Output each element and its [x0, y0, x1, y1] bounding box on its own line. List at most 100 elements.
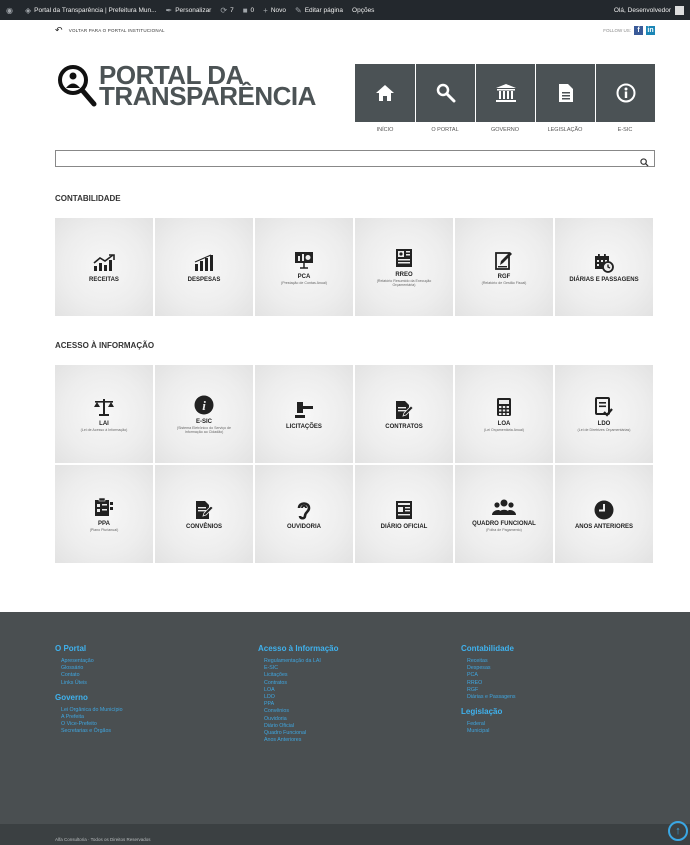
tile-despesas[interactable]: DESPESAS — [155, 218, 253, 316]
footer-link[interactable]: Links Úteis — [61, 680, 123, 687]
tile-anos-anteriores[interactable]: ANOS ANTERIORES — [555, 465, 653, 563]
footer-link[interactable]: Contratos — [264, 680, 338, 687]
site-logo[interactable]: PORTAL DA TRANSPARÊNCIA — [57, 62, 316, 110]
comment-icon: ■ — [242, 5, 248, 15]
calculator-icon — [496, 396, 512, 418]
acesso-grid-row2: PPA (Plano Plurianual) CONVÊNIOS OUVIDOR… — [55, 465, 653, 563]
calendar-clock-icon — [594, 252, 614, 274]
facebook-icon[interactable]: f — [634, 25, 643, 35]
tile-receitas[interactable]: RECEITAS — [55, 218, 153, 316]
footer-link[interactable]: Diárias e Passagens — [467, 694, 516, 701]
footer-link[interactable]: A Prefeita — [61, 714, 123, 721]
brush-icon: ✒ — [165, 5, 173, 15]
footer-link[interactable]: RGF — [467, 687, 516, 694]
footer-col-portal: O Portal Apresentação Glossário Contato … — [55, 644, 123, 736]
search-icon[interactable] — [640, 154, 649, 172]
footer-link[interactable]: Despesas — [467, 665, 516, 672]
footer-link[interactable]: Licitações — [264, 672, 338, 679]
footer-link[interactable]: Glossário — [61, 665, 123, 672]
nav-label-o-portal[interactable]: O PORTAL — [415, 127, 475, 133]
rising-chart-icon — [93, 252, 115, 274]
bar-chart-icon — [194, 252, 214, 274]
back-to-portal-link[interactable]: ↶ VOLTAR PARA O PORTAL INSTITUCIONAL — [55, 25, 165, 36]
section-title-acesso: ACESSO À INFORMAÇÃO — [55, 341, 155, 350]
admin-new-link[interactable]: + Novo — [263, 6, 286, 15]
tile-licitacoes[interactable]: LICITAÇÕES — [255, 365, 353, 463]
tile-esic[interactable]: i E-SIC (Sistema Eletrônico do Serviço d… — [155, 365, 253, 463]
info-icon — [616, 83, 635, 103]
nav-label-inicio[interactable]: INÍCIO — [355, 127, 415, 133]
nav-governo[interactable] — [475, 64, 535, 122]
admin-site-link[interactable]: ◈ Portal da Transparência | Prefeitura Mu… — [25, 6, 157, 15]
people-icon — [492, 496, 516, 518]
copyright: Alfa Consultoria · Todos os Direitos Res… — [0, 824, 690, 845]
ear-icon — [296, 499, 312, 521]
home-icon — [376, 85, 394, 101]
footer-link[interactable]: Municipal — [467, 728, 516, 735]
footer-link[interactable]: Anos Anteriores — [264, 737, 338, 744]
tile-loa[interactable]: LOA (Lei Orçamentária Anual) — [455, 365, 553, 463]
wordpress-logo-icon[interactable]: ◉ — [6, 6, 16, 15]
scales-icon — [93, 396, 115, 418]
follow-us: FOLLOW US: f in — [603, 25, 655, 35]
footer-link[interactable]: Secretarias e Órgãos — [61, 728, 123, 735]
refresh-icon: ⟳ — [220, 5, 228, 15]
footer-heading-legislacao: Legislação — [461, 707, 503, 717]
tile-ldo[interactable]: LDO (Lei de Diretrizes Orçamentárias) — [555, 365, 653, 463]
nav-legislacao[interactable] — [535, 64, 595, 122]
tile-rgf[interactable]: RGF (Relatório de Gestão Fiscal) — [455, 218, 553, 316]
clock-icon — [594, 499, 614, 521]
nav-label-governo[interactable]: GOVERNO — [475, 127, 535, 133]
tile-diario-oficial[interactable]: DIÁRIO OFICIAL — [355, 465, 453, 563]
footer-link[interactable]: Federal — [467, 721, 516, 728]
footer-link[interactable]: PCA — [467, 672, 516, 679]
admin-updates-link[interactable]: ⟳ 7 — [220, 6, 233, 15]
tile-contratos[interactable]: CONTRATOS — [355, 365, 453, 463]
tile-quadro-funcional[interactable]: QUADRO FUNCIONAL (Folha de Pagamento) — [455, 465, 553, 563]
logo-text: PORTAL DA TRANSPARÊNCIA — [99, 60, 316, 111]
pencil-icon: ✎ — [295, 5, 302, 15]
footer-link[interactable]: Convênios — [264, 708, 338, 715]
admin-customize-link[interactable]: ✒ Personalizar — [166, 6, 212, 15]
footer-link[interactable]: LDO — [264, 694, 338, 701]
main-nav — [355, 64, 655, 122]
nav-o-portal[interactable] — [415, 64, 475, 122]
footer-link[interactable]: LOA — [264, 687, 338, 694]
footer-link[interactable]: Ouvidoria — [264, 716, 338, 723]
search-input[interactable] — [55, 150, 655, 167]
document-icon — [558, 84, 573, 102]
footer-link[interactable]: Apresentação — [61, 658, 123, 665]
footer-link[interactable]: PPA — [264, 701, 338, 708]
wp-admin-bar: ◉ ◈ Portal da Transparência | Prefeitura … — [0, 0, 690, 20]
nav-esic[interactable] — [595, 64, 655, 122]
footer-col-contabilidade: Contabilidade Receitas Despesas PCA RREO… — [461, 644, 516, 736]
tile-pca[interactable]: PCA (Prestação de Contas Anual) — [255, 218, 353, 316]
tile-rreo[interactable]: RREO (Relatório Resumido da Execução Orç… — [355, 218, 453, 316]
footer-link[interactable]: Lei Orgânica do Município — [61, 707, 123, 714]
footer-link[interactable]: Diário Oficial — [264, 723, 338, 730]
admin-account-menu[interactable]: Olá, Desenvolvedor — [614, 5, 684, 15]
footer-link[interactable]: Quadro Funcional — [264, 730, 338, 737]
nav-inicio[interactable] — [355, 64, 415, 122]
admin-comments-link[interactable]: ■ 0 — [243, 6, 254, 15]
admin-options-link[interactable]: Opções — [352, 7, 374, 14]
nav-label-legislacao[interactable]: LEGISLAÇÃO — [535, 127, 595, 133]
section-title-contabilidade: CONTABILIDADE — [55, 194, 121, 203]
tile-ppa[interactable]: PPA (Plano Plurianual) — [55, 465, 153, 563]
plus-icon: + — [263, 5, 268, 15]
newspaper-icon — [395, 499, 413, 521]
admin-edit-link[interactable]: ✎ Editar página — [295, 6, 343, 15]
nav-label-esic[interactable]: E-SIC — [595, 127, 655, 133]
footer-link[interactable]: Contato — [61, 672, 123, 679]
tile-ouvidoria[interactable]: OUVIDORIA — [255, 465, 353, 563]
footer-link[interactable]: Regulamentação da LAI — [264, 658, 338, 665]
tile-convenios[interactable]: CONVÊNIOS — [155, 465, 253, 563]
scroll-to-top-button[interactable]: ↑ — [668, 821, 688, 841]
footer-link[interactable]: Receitas — [467, 658, 516, 665]
tile-lai[interactable]: LAI (Lei de Acesso à Informação) — [55, 365, 153, 463]
arrow-up-icon: ↑ — [675, 825, 681, 837]
footer-link[interactable]: RREO — [467, 680, 516, 687]
tile-diarias-passagens[interactable]: DIÁRIAS E PASSAGENS — [555, 218, 653, 316]
footer-link[interactable]: E-SIC — [264, 665, 338, 672]
linkedin-icon[interactable]: in — [646, 25, 655, 35]
